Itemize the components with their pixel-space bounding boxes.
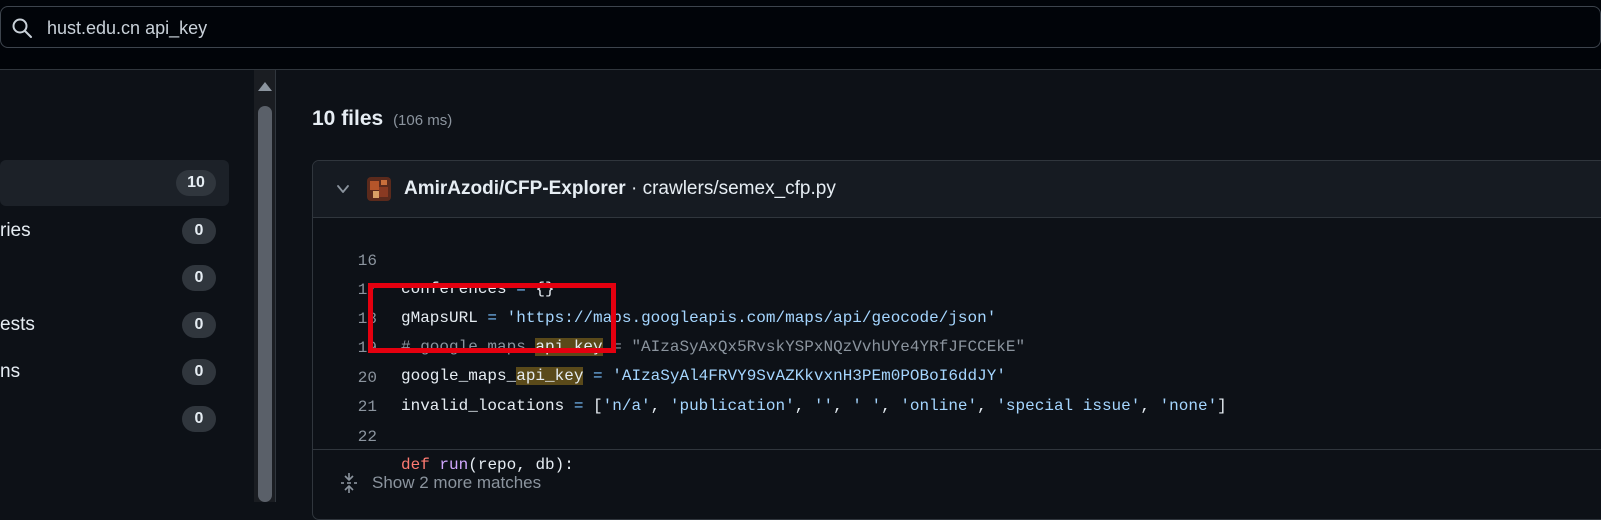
filter-label: ns (0, 361, 21, 382)
repo-link[interactable]: AmirAzodi/CFP-Explorer · crawlers/semex_… (404, 178, 836, 200)
filter-item-code[interactable]: 10 (0, 160, 229, 206)
count-badge: 0 (182, 265, 216, 291)
filter-item-users[interactable]: 0 (0, 396, 229, 442)
card-header: AmirAzodi/CFP-Explorer · crawlers/semex_… (313, 161, 1601, 218)
top-bar: hust.edu.cn api_key (0, 0, 1601, 70)
count-badge: 0 (182, 359, 216, 385)
avatar[interactable] (367, 177, 391, 201)
search-query[interactable]: hust.edu.cn api_key (47, 17, 207, 39)
filter-item-discussions[interactable]: ns 0 (0, 349, 229, 395)
count-badge: 0 (182, 218, 216, 244)
count-badge: 0 (182, 406, 216, 432)
show-more-label[interactable]: Show 2 more matches (372, 473, 541, 493)
filter-label: ests (0, 314, 35, 335)
filter-label: ries (0, 220, 31, 241)
line-number: 22 (357, 428, 377, 446)
code-line: 22 def run(repo, db): (313, 395, 1601, 474)
code-line: 16 conferences = {} (313, 219, 1601, 298)
scroll-up-icon[interactable] (258, 82, 272, 91)
sidebar-scrollbar[interactable] (254, 70, 276, 502)
results-time: (106 ms) (393, 112, 453, 129)
file-path[interactable]: crawlers/semex_cfp.py (643, 178, 836, 199)
results-heading: 10 files (106 ms) (312, 106, 452, 134)
chevron-down-icon[interactable] (335, 181, 351, 197)
annotation-highlight-box (368, 283, 616, 353)
search-input[interactable]: hust.edu.cn api_key (0, 6, 1601, 48)
scroll-thumb[interactable] (258, 106, 272, 502)
results-count: 10 files (312, 107, 384, 130)
search-icon (12, 18, 32, 38)
count-badge: 10 (176, 170, 216, 196)
repo-name[interactable]: AmirAzodi/CFP-Explorer (404, 178, 626, 199)
filter-item-pull-requests[interactable]: ests 0 (0, 302, 229, 348)
filter-sidebar: 10 ries 0 0 ests 0 ns 0 0 (0, 70, 254, 502)
filter-item-issues[interactable]: 0 (0, 255, 229, 301)
code-line: 21 (313, 365, 1601, 416)
filter-item-repositories[interactable]: ries 0 (0, 208, 229, 254)
expand-icon (341, 473, 357, 493)
count-badge: 0 (182, 312, 216, 338)
path-separator: · (625, 178, 643, 199)
code-line: 17 gMapsURL = 'https://maps.googleapis.c… (313, 248, 1601, 327)
show-more-matches-button[interactable]: Show 2 more matches (313, 449, 1601, 519)
